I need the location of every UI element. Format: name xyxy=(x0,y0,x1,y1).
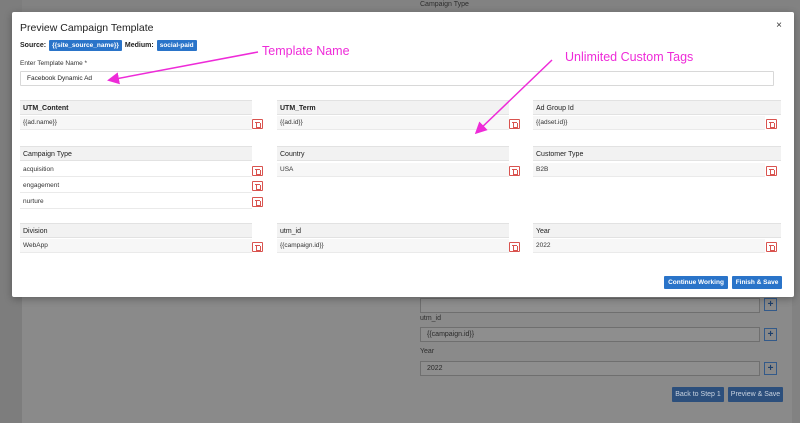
background-form-panel xyxy=(22,295,792,423)
column-header-campaign-type: Campaign Type xyxy=(20,146,252,161)
tag-value: engagement xyxy=(20,179,252,193)
column-header-division: Division xyxy=(20,223,252,238)
finish-save-button[interactable]: Finish & Save xyxy=(732,276,782,289)
source-badge: {{site_source_name}} xyxy=(49,40,122,51)
medium-badge: social-paid xyxy=(156,40,197,51)
tag-value: B2B xyxy=(533,163,765,177)
bg-field-input[interactable] xyxy=(420,298,760,313)
tag-value: 2022 xyxy=(533,239,765,253)
delete-icon[interactable] xyxy=(509,119,520,129)
column-header-ad-group-id: Ad Group Id xyxy=(533,100,781,115)
delete-icon[interactable] xyxy=(252,166,263,176)
column-header-utm-content: UTM_Content xyxy=(20,100,252,115)
delete-icon[interactable] xyxy=(252,119,263,129)
delete-icon[interactable] xyxy=(252,181,263,191)
column-header-utm-term: UTM_Term xyxy=(277,100,509,115)
preview-campaign-modal: Preview Campaign Template × Source: {{si… xyxy=(12,12,794,297)
modal-title: Preview Campaign Template xyxy=(20,22,154,34)
delete-icon[interactable] xyxy=(252,242,263,252)
tag-value: {{ad.id}} xyxy=(277,116,509,130)
bg-utm-id-input[interactable]: {{campaign.id}} xyxy=(420,327,760,342)
bg-campaign-type-label: Campaign Type xyxy=(420,1,469,8)
source-label: Source: xyxy=(20,42,47,49)
column-header-utm-id: utm_id xyxy=(277,223,509,238)
template-name-label: Enter Template Name * xyxy=(20,60,88,67)
tag-value: {{campaign.id}} xyxy=(277,239,509,253)
tag-value: USA xyxy=(277,163,509,177)
tag-value: {{adset.id}} xyxy=(533,116,765,130)
tag-value: {{ad.name}} xyxy=(20,116,252,130)
bg-add-icon[interactable]: + xyxy=(764,328,777,341)
custom-tags-annotation: Unlimited Custom Tags xyxy=(565,50,694,64)
delete-icon[interactable] xyxy=(766,119,777,129)
delete-icon[interactable] xyxy=(766,242,777,252)
template-name-input[interactable]: Facebook Dynamic Ad xyxy=(20,71,774,86)
bg-add-icon[interactable]: + xyxy=(764,362,777,375)
tag-value: acquisition xyxy=(20,163,252,177)
column-header-year: Year xyxy=(533,223,781,238)
bg-utm-id-label: utm_id xyxy=(420,315,442,322)
tag-value: nurture xyxy=(20,195,252,209)
bg-add-icon[interactable]: + xyxy=(764,298,777,311)
back-to-step-button[interactable]: Back to Step 1 xyxy=(672,387,724,402)
column-header-country: Country xyxy=(277,146,509,161)
tag-value: WebApp xyxy=(20,239,252,253)
delete-icon[interactable] xyxy=(252,197,263,207)
bg-year-input[interactable]: 2022 xyxy=(420,361,760,376)
preview-save-button[interactable]: Preview & Save xyxy=(728,387,783,402)
close-icon[interactable]: × xyxy=(776,20,782,31)
template-name-annotation: Template Name xyxy=(262,44,350,58)
delete-icon[interactable] xyxy=(766,166,777,176)
medium-label: Medium: xyxy=(124,42,154,49)
delete-icon[interactable] xyxy=(509,242,520,252)
delete-icon[interactable] xyxy=(509,166,520,176)
source-medium-line: Source: {{site_source_name}} Medium: soc… xyxy=(20,40,197,51)
bg-year-label: Year xyxy=(420,348,435,355)
column-header-customer-type: Customer Type xyxy=(533,146,781,161)
continue-working-button[interactable]: Continue Working xyxy=(664,276,728,289)
